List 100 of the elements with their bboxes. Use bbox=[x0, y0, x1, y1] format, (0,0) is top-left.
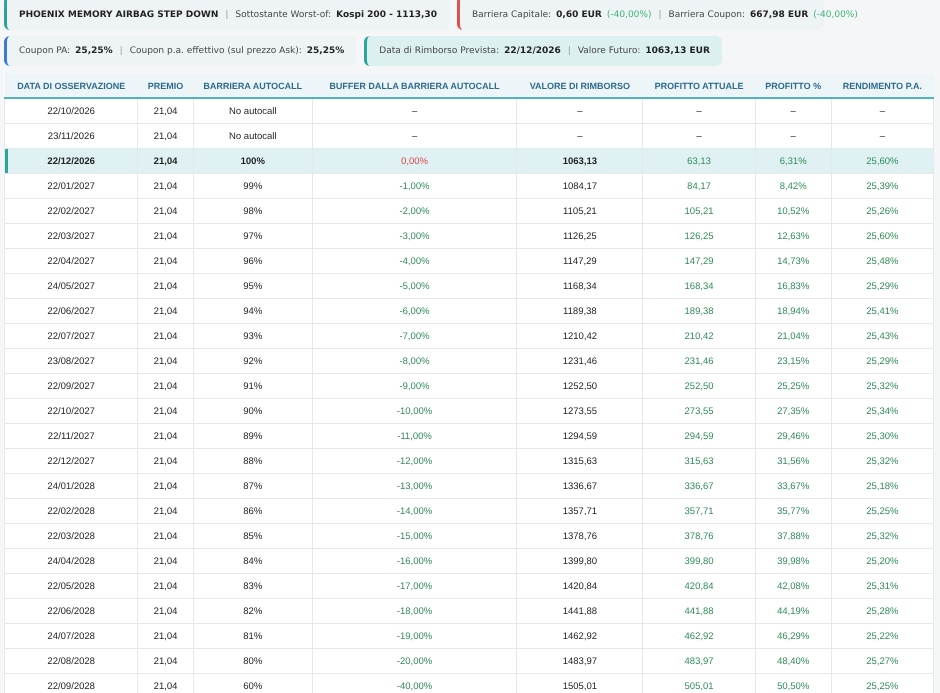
table-row[interactable]: 24/05/2027 21,04 95% -5,00% 1168,34 168,34 16,83% 25,29% bbox=[4, 274, 934, 298]
table-cell: 83% bbox=[193, 574, 312, 598]
table-cell: 42,08% bbox=[755, 574, 832, 598]
table-cell: -7,00% bbox=[312, 324, 517, 348]
table-cell: 22/04/2027 bbox=[4, 248, 138, 274]
table-cell: 24/05/2027 bbox=[4, 274, 138, 298]
table-row[interactable]: 22/12/2027 21,04 88% -12,00% 1315,63 315,63 31,56% 25,32% bbox=[4, 448, 934, 474]
table-cell: 147,29 bbox=[642, 248, 756, 274]
table-cell: 88% bbox=[193, 448, 312, 474]
table-cell: 31,56% bbox=[755, 448, 832, 474]
selected-row[interactable]: 22/12/2026 21,04 100% 0,00% 1063,13 63,13 6,31% 25,60% bbox=[4, 148, 934, 174]
summary-value: 22/12/2026 bbox=[504, 46, 561, 56]
table-cell: 24/01/2028 bbox=[4, 474, 138, 498]
table-cell: 25,25% bbox=[831, 498, 934, 524]
column-header: PROFITTO % bbox=[755, 74, 832, 98]
table-cell: 25,31% bbox=[831, 574, 934, 598]
table-cell: -14,00% bbox=[312, 498, 517, 524]
table-cell: -3,00% bbox=[312, 224, 517, 248]
table-row[interactable]: 24/04/2028 21,04 84% -16,00% 1399,80 399,80 39,98% 25,20% bbox=[4, 548, 934, 574]
table-cell: 1147,29 bbox=[516, 248, 643, 274]
summary-value: 0,60 EUR bbox=[556, 10, 602, 20]
table-cell: 25,60% bbox=[831, 148, 934, 174]
table-cell: 21,04 bbox=[138, 148, 194, 174]
table-cell: 84,17 bbox=[642, 174, 756, 198]
table-cell: 21,04 bbox=[138, 398, 194, 424]
table-cell: 22/10/2026 bbox=[4, 98, 138, 124]
table-cell: 21,04 bbox=[138, 298, 194, 324]
table-cell: 25,18% bbox=[831, 474, 934, 498]
table-cell: 22/12/2027 bbox=[4, 448, 138, 474]
table-cell: 336,67 bbox=[642, 474, 756, 498]
summary-label: Data di Rimborso Prevista: bbox=[379, 46, 500, 56]
column-header: DATA DI OSSERVAZIONE bbox=[4, 74, 138, 98]
table-cell: 1357,71 bbox=[516, 498, 643, 524]
table-row[interactable]: 22/08/2028 21,04 80% -20,00% 1483,97 483,97 48,40% 25,27% bbox=[4, 648, 934, 674]
table-row[interactable]: 22/11/2027 21,04 89% -11,00% 1294,59 294,59 29,46% 25,30% bbox=[4, 424, 934, 448]
table-row[interactable]: 22/09/2027 21,04 91% -9,00% 1252,50 252,50 25,25% 25,32% bbox=[4, 374, 934, 398]
table-cell: 1168,34 bbox=[516, 274, 643, 298]
table-cell: 16,83% bbox=[755, 274, 832, 298]
table-cell: 1231,46 bbox=[516, 348, 643, 374]
summary-value: 25,25% bbox=[75, 46, 113, 56]
table-cell: -2,00% bbox=[312, 198, 517, 224]
table-cell: – bbox=[312, 98, 517, 124]
summary-value: 667,98 EUR bbox=[750, 10, 808, 20]
table-cell: 294,59 bbox=[642, 424, 756, 448]
table-cell: 21,04 bbox=[138, 348, 194, 374]
table-cell: -8,00% bbox=[312, 348, 517, 374]
table-cell: 21,04 bbox=[138, 98, 194, 124]
table-cell: -6,00% bbox=[312, 298, 517, 324]
table-cell: 1378,76 bbox=[516, 524, 643, 548]
table-cell: 25,34% bbox=[831, 398, 934, 424]
table-cell: 93% bbox=[193, 324, 312, 348]
table-row[interactable]: 24/01/2028 21,04 87% -13,00% 1336,67 336,67 33,67% 25,18% bbox=[4, 474, 934, 498]
table-cell: 21,04 bbox=[138, 448, 194, 474]
table-row[interactable]: 22/05/2028 21,04 83% -17,00% 1420,84 420,84 42,08% 25,31% bbox=[4, 574, 934, 598]
table-cell: 462,92 bbox=[642, 624, 756, 648]
table-row[interactable]: 22/07/2027 21,04 93% -7,00% 1210,42 210,42 21,04% 25,43% bbox=[4, 324, 934, 348]
table-row[interactable]: 22/03/2028 21,04 85% -15,00% 1378,76 378,76 37,88% 25,32% bbox=[4, 524, 934, 548]
table-cell: 21,04 bbox=[138, 474, 194, 498]
table-cell: 21,04 bbox=[138, 424, 194, 448]
table-row[interactable]: 22/03/2027 21,04 97% -3,00% 1126,25 126,25 12,63% 25,60% bbox=[4, 224, 934, 248]
table-row[interactable]: 22/04/2027 21,04 96% -4,00% 1147,29 147,29 14,73% 25,48% bbox=[4, 248, 934, 274]
table-cell: -1,00% bbox=[312, 174, 517, 198]
table-row[interactable]: 22/06/2028 21,04 82% -18,00% 1441,88 441,88 44,19% 25,28% bbox=[4, 598, 934, 624]
table-cell: 1063,13 bbox=[516, 148, 643, 174]
table-cell: 252,50 bbox=[642, 374, 756, 398]
summary-value: Kospi 200 - 1113,30 bbox=[336, 10, 437, 20]
table-cell: 22/11/2027 bbox=[4, 424, 138, 448]
table-cell: -4,00% bbox=[312, 248, 517, 274]
table-cell: 22/07/2027 bbox=[4, 324, 138, 348]
table-row[interactable]: 22/09/2028 21,04 60% -40,00% 1505,01 505,01 50,50% 25,25% bbox=[4, 674, 934, 693]
table-cell: 21,04 bbox=[138, 648, 194, 674]
table-cell: 22/02/2027 bbox=[4, 198, 138, 224]
table-cell: 21,04 bbox=[138, 324, 194, 348]
table-cell: 25,32% bbox=[831, 374, 934, 398]
table-row[interactable]: 22/02/2027 21,04 98% -2,00% 1105,21 105,21 10,52% 25,26% bbox=[4, 198, 934, 224]
table-cell: 37,88% bbox=[755, 524, 832, 548]
table-cell: 21,04 bbox=[138, 598, 194, 624]
table-cell: – bbox=[831, 98, 934, 124]
summary-label: Valore Futuro: bbox=[578, 46, 640, 56]
table-row[interactable]: 22/01/2027 21,04 99% -1,00% 1084,17 84,17 8,42% 25,39% bbox=[4, 174, 934, 198]
separator: | bbox=[568, 46, 571, 56]
table-cell: – bbox=[755, 98, 832, 124]
table-cell: -16,00% bbox=[312, 548, 517, 574]
table-cell: 23,15% bbox=[755, 348, 832, 374]
table-row[interactable]: 24/07/2028 21,04 81% -19,00% 1462,92 462,92 46,29% 25,22% bbox=[4, 624, 934, 648]
table-cell: 84% bbox=[193, 548, 312, 574]
table-row[interactable]: 22/10/2027 21,04 90% -10,00% 1273,55 273,55 27,35% 25,34% bbox=[4, 398, 934, 424]
table-cell: 21,04 bbox=[138, 174, 194, 198]
table-row[interactable]: 22/02/2028 21,04 86% -14,00% 1357,71 357,71 35,77% 25,25% bbox=[4, 498, 934, 524]
table-cell: 35,77% bbox=[755, 498, 832, 524]
table-row[interactable]: 23/08/2027 21,04 92% -8,00% 1231,46 231,46 23,15% 25,29% bbox=[4, 348, 934, 374]
table-cell: 25,28% bbox=[831, 598, 934, 624]
table-cell: 25,48% bbox=[831, 248, 934, 274]
summary-label: Barriera Capitale: bbox=[472, 10, 552, 20]
table-cell: 27,35% bbox=[755, 398, 832, 424]
summary-label: Sottostante Worst-of: bbox=[235, 10, 332, 20]
table-cell: 22/09/2028 bbox=[4, 674, 138, 693]
table-row[interactable]: 22/06/2027 21,04 94% -6,00% 1189,38 189,38 18,94% 25,41% bbox=[4, 298, 934, 324]
table-row[interactable]: 22/10/2026 21,04 No autocall – – – – – bbox=[4, 98, 934, 124]
table-cell: 25,41% bbox=[831, 298, 934, 324]
